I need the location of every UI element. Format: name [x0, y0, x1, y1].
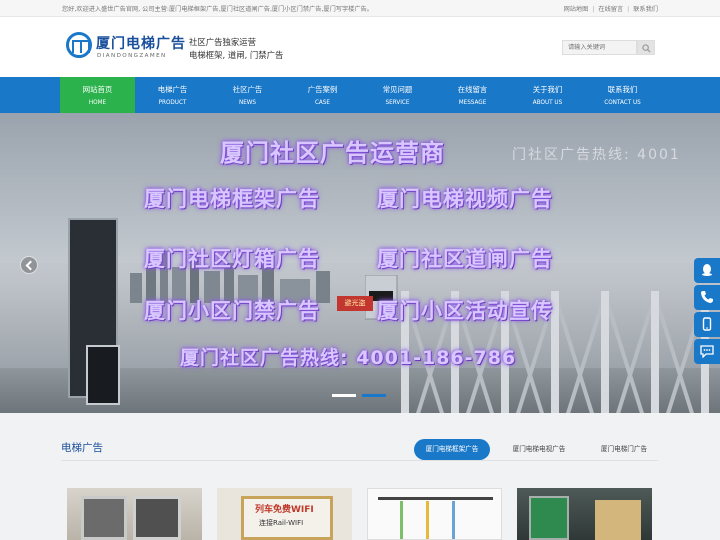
product-thumb-2[interactable]: 列车免费WIFI 连接Rail-WIFI: [217, 488, 352, 540]
mobile-button[interactable]: [694, 312, 720, 337]
message-link[interactable]: 在线留言: [598, 6, 623, 13]
logo-subtitle: DIANDONGZAMEN: [97, 53, 167, 59]
site-map-link[interactable]: 网站地图: [564, 6, 589, 13]
booth-screen: [86, 345, 120, 405]
nav-label: 关于我们: [532, 85, 563, 94]
product-thumb-1[interactable]: [67, 488, 202, 540]
hero-banner[interactable]: 避光盗 门社区广告热线: 4001 厦门社区广告运营商 厦门电梯框架广告 厦门电…: [0, 113, 720, 413]
nav-label-en: NEWS: [238, 100, 257, 106]
rail-image: [378, 497, 493, 500]
banner-ghost-text: 门社区广告热线: 4001: [512, 147, 681, 163]
nav-item-message[interactable]: 在线留言 MESSAGE: [435, 77, 510, 113]
top-bar: 您好,欢迎进入盛世广告官网, 公司主营:厦门电梯框架广告,厦门社区道闸广告,厦门…: [0, 0, 720, 17]
search-icon: [642, 44, 651, 53]
nav-label-en: SERVICE: [385, 100, 410, 106]
elevator-ads-section: 电梯广告 厦门电梯框架广告 厦门电梯电视广告 厦门电梯门广告 列车免费WIFI …: [0, 413, 720, 540]
thumb-subline: 连接Rail-WIFI: [259, 519, 304, 527]
tab-frame-ads[interactable]: 厦门电梯框架广告: [414, 439, 490, 460]
message-button[interactable]: [694, 339, 720, 364]
tab-door-ads[interactable]: 厦门电梯门广告: [590, 439, 658, 460]
nav-label-en: CONTACT US: [604, 100, 641, 106]
search-input[interactable]: [562, 40, 637, 55]
banner-line-3-left: 厦门小区门禁广告: [144, 299, 320, 323]
mobile-icon: [702, 317, 712, 331]
logo-title: 厦门电梯广告: [96, 36, 186, 52]
separator: |: [627, 6, 630, 13]
banner-line-1-right: 厦门电梯视频广告: [377, 187, 553, 211]
elevator-frame-image: [133, 496, 181, 540]
nav-item-home[interactable]: 网站首页 HOME: [60, 77, 135, 113]
banner-line-3-right: 厦门小区活动宣传: [377, 299, 553, 323]
thumb-headline: 列车免费WIFI: [255, 505, 314, 515]
nav-label: 电梯广告: [157, 85, 188, 94]
banner-prev-arrow-icon[interactable]: [20, 256, 38, 274]
banner-line-2-left: 厦门社区灯箱广告: [144, 247, 320, 271]
product-thumb-3[interactable]: [367, 488, 502, 540]
nav-item-about[interactable]: 关于我们 ABOUT US: [510, 77, 585, 113]
logo[interactable]: 厦门电梯广告 DIANDONGZAMEN: [66, 31, 186, 65]
qq-icon: [702, 264, 712, 276]
site-header: 厦门电梯广告 DIANDONGZAMEN 社区广告独家运营 电梯框架, 道闸, …: [0, 17, 720, 77]
line-image: [426, 501, 429, 539]
tab-tv-ads[interactable]: 厦门电梯电视广告: [504, 439, 574, 460]
floating-contact-bar: [694, 258, 720, 368]
nav-label: 社区广告: [232, 85, 263, 94]
qq-button[interactable]: [694, 258, 720, 283]
nav-item-case[interactable]: 广告案例 CASE: [285, 77, 360, 113]
phone-icon: [701, 291, 713, 303]
nav-label: 广告案例: [307, 85, 338, 94]
nav-label-en: MESSAGE: [458, 100, 487, 106]
nav-label-en: HOME: [88, 100, 107, 106]
nav-item-contact[interactable]: 联系我们 CONTACT US: [585, 77, 660, 113]
nav-label-en: ABOUT US: [532, 100, 563, 106]
slogan-line-2: 电梯框架, 道闸, 门禁广告: [189, 50, 284, 60]
section-title: 电梯广告: [61, 442, 103, 454]
main-nav: 网站首页 HOME 电梯广告 PRODUCT 社区广告 NEWS 广告案例 CA…: [0, 77, 720, 113]
door-image: [595, 500, 641, 540]
contact-link[interactable]: 联系我们: [633, 6, 658, 13]
logo-mark-icon: [66, 32, 92, 58]
phone-button[interactable]: [694, 285, 720, 310]
top-links: 网站地图 | 在线留言 | 联系我们: [564, 4, 658, 13]
nav-item-product[interactable]: 电梯广告 PRODUCT: [135, 77, 210, 113]
banner-dot[interactable]: [332, 394, 356, 397]
banner-hotline: 厦门社区广告热线: 4001-186-786: [180, 347, 517, 369]
banner-line-1-left: 厦门电梯框架广告: [144, 187, 320, 211]
section-divider: [61, 460, 658, 461]
nav-label: 联系我们: [607, 85, 638, 94]
banner-dot-active[interactable]: [362, 394, 386, 397]
elevator-frame-image: [81, 496, 127, 540]
line-image: [452, 501, 455, 539]
nav-item-news[interactable]: 社区广告 NEWS: [210, 77, 285, 113]
nav-label: 常见问题: [382, 85, 413, 94]
nav-label: 在线留言: [457, 85, 488, 94]
section-tabs: 厦门电梯框架广告 厦门电梯电视广告 厦门电梯门广告: [414, 439, 658, 460]
booth-sign: 避光盗: [337, 296, 373, 311]
slogan-line-1: 社区广告独家运营: [189, 37, 256, 47]
green-poster-image: [529, 496, 569, 540]
nav-label: 网站首页: [82, 85, 113, 94]
nav-label-en: CASE: [314, 100, 331, 106]
product-thumb-4[interactable]: [517, 488, 652, 540]
search-box: [562, 40, 655, 55]
banner-line-2-right: 厦门社区道闸广告: [377, 247, 553, 271]
chat-icon: [700, 345, 714, 358]
line-image: [400, 501, 403, 539]
nav-item-service[interactable]: 常见问题 SERVICE: [360, 77, 435, 113]
slogan: 社区广告独家运营 电梯框架, 道闸, 门禁广告: [189, 36, 283, 62]
welcome-text: 您好,欢迎进入盛世广告官网, 公司主营:厦门电梯框架广告,厦门社区道闸广告,厦门…: [62, 6, 373, 13]
banner-pagination: [332, 394, 388, 398]
search-button[interactable]: [637, 40, 655, 55]
nav-label-en: PRODUCT: [158, 100, 187, 106]
separator: |: [592, 6, 595, 13]
banner-title: 厦门社区广告运营商: [220, 139, 445, 167]
